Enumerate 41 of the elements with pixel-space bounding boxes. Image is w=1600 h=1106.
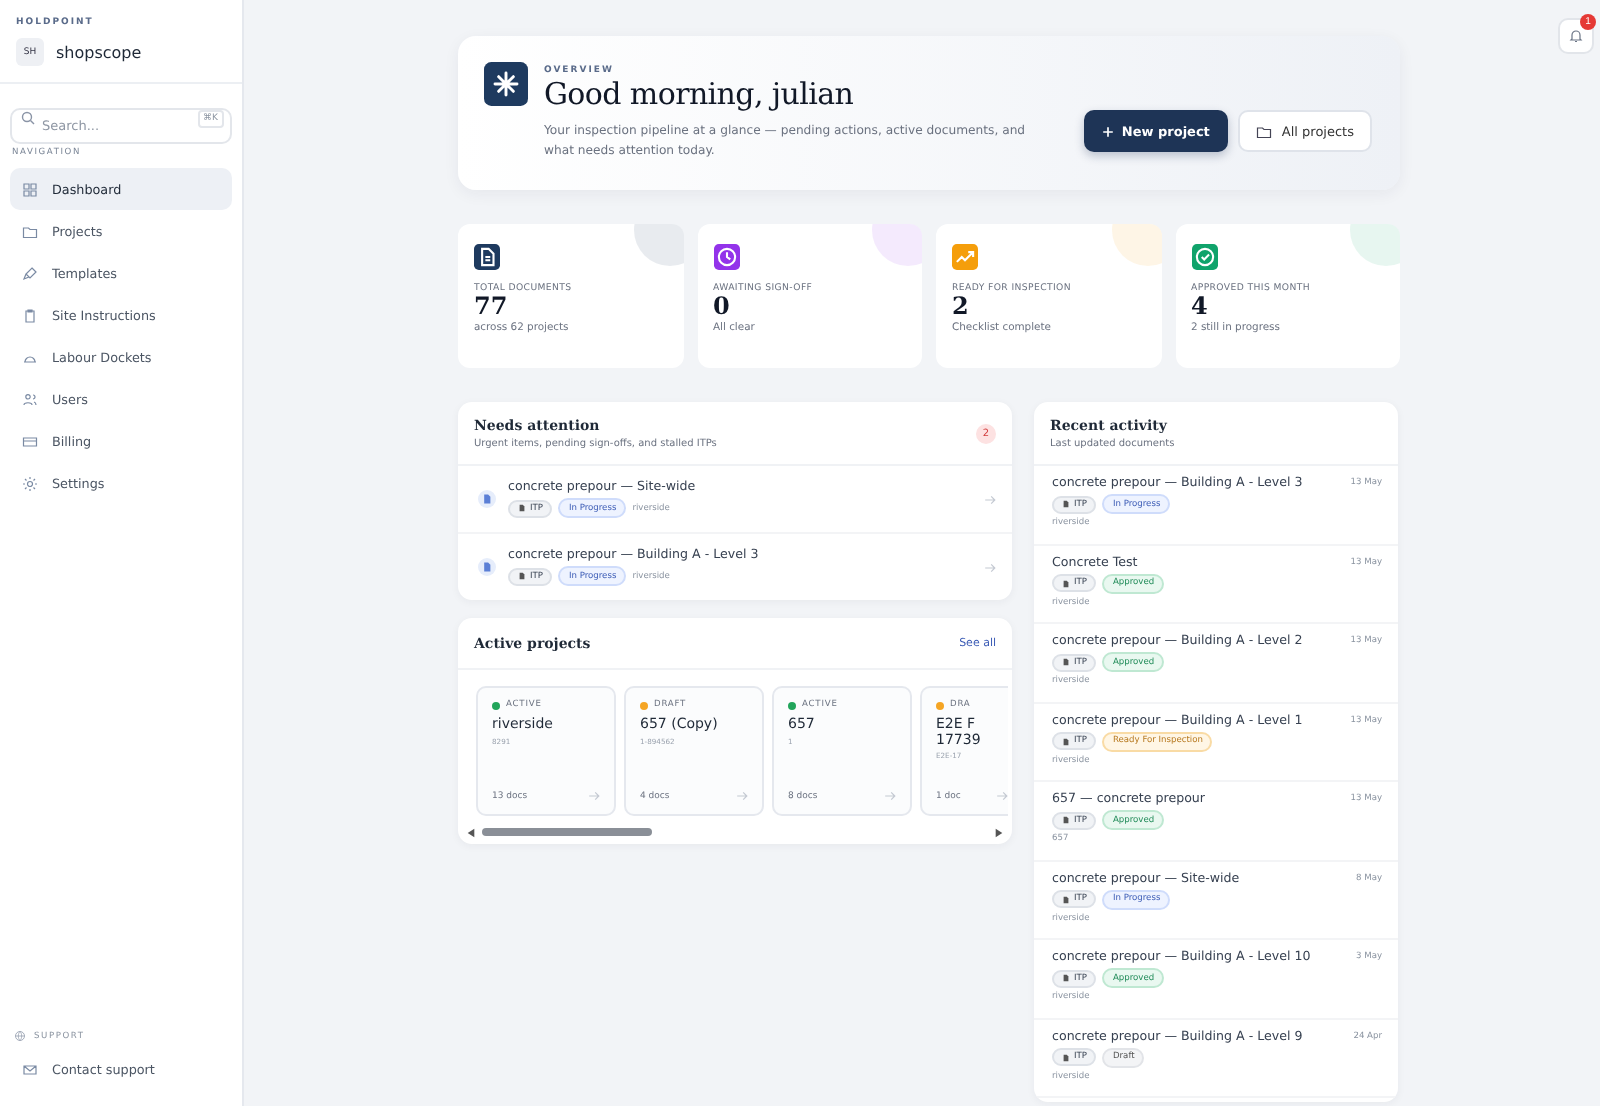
document-icon bbox=[1062, 658, 1070, 666]
folder-icon bbox=[22, 223, 38, 239]
arrow-right-icon bbox=[984, 493, 996, 505]
bell-icon bbox=[1568, 28, 1584, 44]
brush-icon bbox=[22, 265, 38, 281]
stat-value: 2 bbox=[952, 294, 971, 322]
document-icon bbox=[518, 504, 526, 512]
document-icon bbox=[1062, 974, 1070, 982]
greeting-title: Good morning, julian bbox=[544, 76, 856, 112]
document-icon bbox=[478, 490, 496, 508]
workspace-name[interactable]: shopscope bbox=[56, 43, 142, 61]
stat-value: 77 bbox=[474, 294, 510, 322]
gear-icon bbox=[22, 475, 38, 491]
arrow-right-icon bbox=[984, 561, 996, 573]
document-icon bbox=[518, 572, 526, 580]
scroll-right-icon bbox=[994, 827, 1004, 837]
scroll-left-icon bbox=[466, 827, 476, 837]
folder-icon bbox=[1255, 123, 1272, 139]
card-icon bbox=[22, 433, 38, 449]
document-icon bbox=[1062, 816, 1070, 824]
document-icon bbox=[1062, 737, 1070, 745]
mail-icon bbox=[22, 1061, 38, 1077]
plus-icon bbox=[1101, 125, 1114, 137]
users-icon bbox=[22, 391, 38, 407]
document-icon bbox=[1062, 500, 1070, 508]
document-icon bbox=[478, 558, 496, 576]
arrow-right-icon bbox=[588, 790, 600, 802]
document-icon bbox=[1062, 1053, 1070, 1061]
stat-value: 4 bbox=[1191, 294, 1210, 322]
arrow-right-icon bbox=[736, 790, 748, 802]
arrow-right-icon bbox=[996, 790, 1008, 802]
sparkle-icon bbox=[484, 62, 528, 106]
globe-icon bbox=[14, 1030, 26, 1042]
document-icon bbox=[1062, 579, 1070, 587]
grid-icon bbox=[22, 181, 38, 197]
clipboard-icon bbox=[22, 307, 38, 323]
stat-value: 0 bbox=[713, 294, 732, 322]
document-icon bbox=[1062, 895, 1070, 903]
search-icon bbox=[20, 110, 36, 126]
arrow-right-icon bbox=[884, 790, 896, 802]
horizontal-scrollbar[interactable] bbox=[466, 826, 1004, 838]
